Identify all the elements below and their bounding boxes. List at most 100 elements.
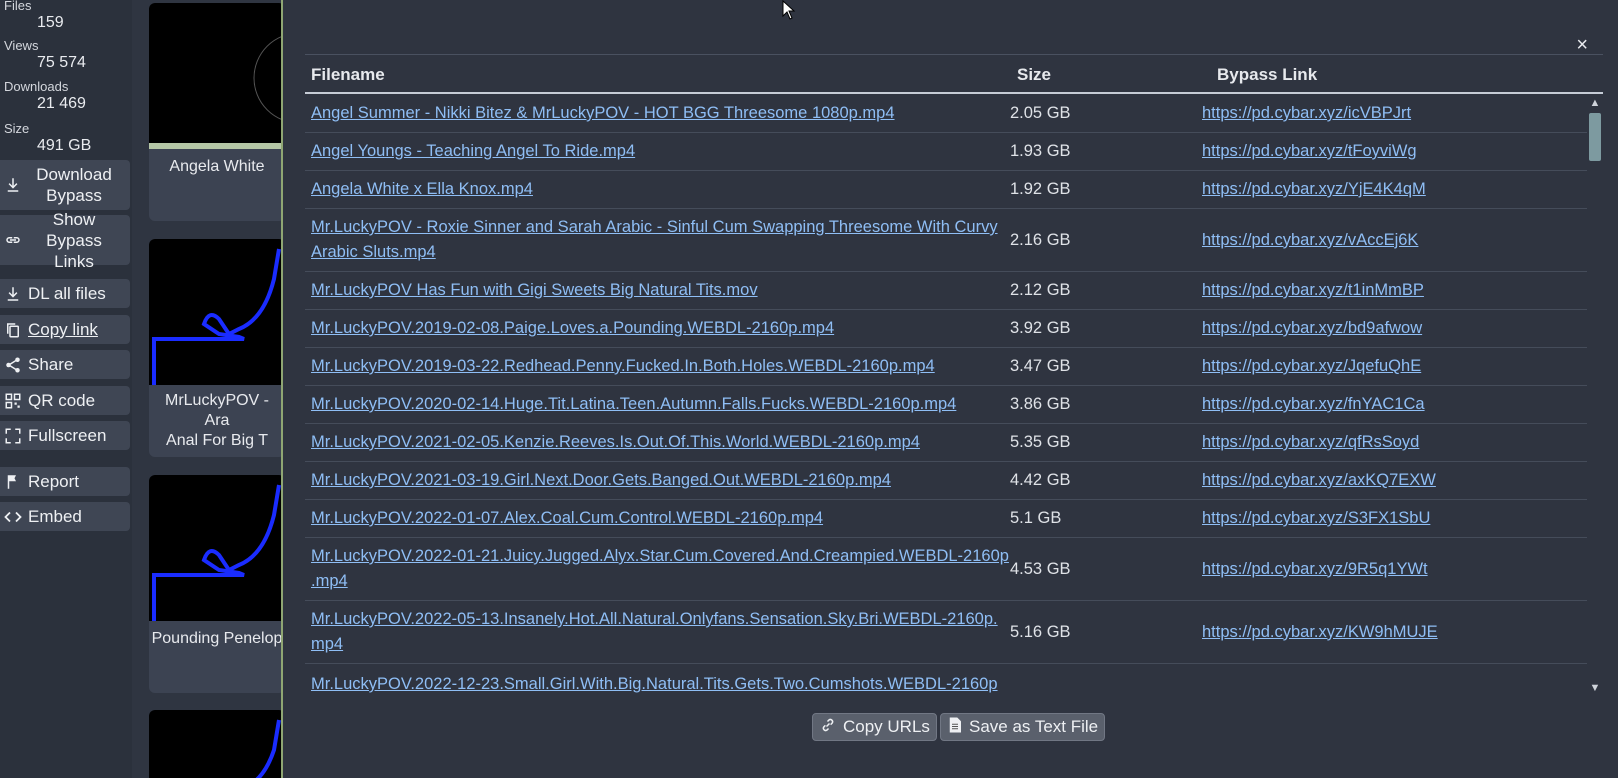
sidebar: Files 159 Views 75 574 Downloads 21 469 …: [0, 0, 132, 778]
dl-all-files-label: DL all files: [28, 283, 106, 303]
filename-link[interactable]: Mr.LuckyPOV.2022-12-23.Small.Girl.With.B…: [311, 675, 998, 693]
stat-value: 75 574: [37, 54, 86, 71]
scroll-up-icon[interactable]: ▲: [1587, 95, 1603, 111]
bypass-link[interactable]: https://pd.cybar.xyz/JqefuQhE: [1202, 357, 1421, 375]
thumbnail-image: [149, 710, 285, 778]
filename-line: Mr.LuckyPOV.2022-05-13.Insanely.Hot.All.…: [311, 610, 998, 628]
share-button[interactable]: Share: [0, 350, 130, 379]
column-header-filename: Filename: [311, 65, 385, 84]
table-row: Angela White x Ella Knox.mp4 1.92 GB htt…: [305, 171, 1587, 209]
stat-label: Files: [4, 0, 32, 13]
filename-link[interactable]: Mr.LuckyPOV - Roxie Sinner and Sarah Ara…: [311, 218, 998, 261]
bypass-link[interactable]: https://pd.cybar.xyz/t1inMmBP: [1202, 281, 1424, 299]
share-icon: [2, 356, 24, 374]
filename-link[interactable]: Mr.LuckyPOV.2020-02-14.Huge.Tit.Latina.T…: [311, 395, 956, 413]
card-caption: Angela White: [169, 158, 265, 175]
file-card[interactable]: Angela White: [149, 3, 285, 221]
dl-all-files-button[interactable]: DL all files: [0, 279, 130, 308]
show-bypass-links-button[interactable]: Show Bypass Links: [0, 210, 130, 271]
filename-link[interactable]: Mr.LuckyPOV.2021-02-05.Kenzie.Reeves.Is.…: [311, 433, 920, 451]
filename-link[interactable]: Mr.LuckyPOV.2022-01-21.Juicy.Jugged.Alyx…: [311, 547, 1009, 590]
scrollbar-thumb[interactable]: [1589, 113, 1601, 161]
copy-link-label: Copy link: [28, 319, 98, 339]
download-bypass-button[interactable]: Download Bypass: [0, 160, 130, 210]
bypass-link[interactable]: https://pd.cybar.xyz/YjE4K4qM: [1202, 180, 1426, 198]
table-row: Angel Summer - Nikki Bitez & MrLuckyPOV …: [305, 95, 1587, 133]
fullscreen-button[interactable]: Fullscreen: [0, 421, 130, 450]
copy-icon: [2, 321, 24, 339]
bypass-link[interactable]: https://pd.cybar.xyz/bd9afwow: [1202, 319, 1422, 337]
scrollbar[interactable]: ▲ ▼: [1587, 95, 1603, 696]
file-card[interactable]: [149, 710, 285, 778]
thumbnail-image: [149, 3, 285, 149]
file-size: 3.47 GB: [1010, 357, 1071, 375]
code-icon: [2, 508, 24, 526]
file-size: 5.16 GB: [1010, 622, 1071, 641]
download-bypass-line1: Download: [36, 165, 112, 184]
stat-files: Files 159: [0, 0, 64, 33]
qr-code-button[interactable]: QR code: [0, 386, 130, 415]
filename-link[interactable]: Mr.LuckyPOV Has Fun with Gigi Sweets Big…: [311, 281, 758, 299]
filename-link[interactable]: Mr.LuckyPOV.2022-05-13.Insanely.Hot.All.…: [311, 610, 998, 653]
file-card[interactable]: Pounding Penelop: [149, 475, 285, 693]
table-row: Mr.LuckyPOV.2019-02-08.Paige.Loves.a.Pou…: [305, 310, 1587, 348]
stat-label: Views: [4, 38, 39, 53]
filename-link[interactable]: Mr.LuckyPOV.2022-01-07.Alex.Coal.Cum.Con…: [311, 509, 823, 527]
filename-link[interactable]: Angel Summer - Nikki Bitez & MrLuckyPOV …: [311, 104, 895, 122]
filename-line: Arabic Sluts.mp4: [311, 243, 436, 261]
stat-label: Size: [4, 121, 30, 136]
qr-code-icon: [2, 392, 24, 410]
stat-size: Size 491 GB: [0, 121, 91, 156]
copy-link-button[interactable]: Copy link: [0, 315, 130, 344]
table-row: Mr.LuckyPOV.2022-05-13.Insanely.Hot.All.…: [305, 601, 1587, 664]
fullscreen-icon: [2, 427, 24, 445]
progress-bar: [149, 143, 285, 149]
file-size: 2.16 GB: [1010, 230, 1071, 249]
table-body[interactable]: Angel Summer - Nikki Bitez & MrLuckyPOV …: [305, 95, 1603, 696]
bypass-link[interactable]: https://pd.cybar.xyz/S3FX1SbU: [1202, 509, 1430, 527]
thumbnail-grid: Angela White MrLuckyPOV - Ara Anal For B…: [132, 0, 285, 778]
thumbnail-image: [149, 239, 285, 385]
bypass-link[interactable]: https://pd.cybar.xyz/fnYAC1Ca: [1202, 395, 1425, 413]
bypass-link[interactable]: https://pd.cybar.xyz/qfRsSoyd: [1202, 433, 1419, 451]
table-header: Filename Size Bypass Link: [305, 54, 1603, 94]
stat-downloads: Downloads 21 469: [0, 79, 86, 114]
stat-value: 159: [37, 14, 64, 31]
table-row: Mr.LuckyPOV.2022-01-21.Juicy.Jugged.Alyx…: [305, 538, 1587, 601]
embed-button[interactable]: Embed: [0, 502, 130, 531]
card-caption: MrLuckyPOV - Ara Anal For Big T: [149, 385, 285, 457]
report-button[interactable]: Report: [0, 467, 130, 496]
filename-link[interactable]: Mr.LuckyPOV.2021-03-19.Girl.Next.Door.Ge…: [311, 471, 891, 489]
filename-link[interactable]: Mr.LuckyPOV.2019-03-22.Redhead.Penny.Fuc…: [311, 357, 935, 375]
filename-line: Mr.LuckyPOV.2022-01-21.Juicy.Jugged.Alyx…: [311, 547, 1009, 565]
save-as-text-file-button[interactable]: Save as Text File: [940, 713, 1106, 741]
file-card[interactable]: MrLuckyPOV - Ara Anal For Big T: [149, 239, 285, 457]
stat-label: Downloads: [4, 79, 69, 94]
file-size: 3.86 GB: [1010, 395, 1071, 413]
table-row: Mr.LuckyPOV.2022-12-23.Small.Girl.With.B…: [305, 664, 1587, 696]
file-size: 5.35 GB: [1010, 433, 1071, 451]
show-bypass-line1: Show Bypass: [46, 209, 102, 250]
bypass-link[interactable]: https://pd.cybar.xyz/KW9hMUJE: [1202, 623, 1438, 641]
flag-icon: [2, 473, 24, 491]
filename-link[interactable]: Mr.LuckyPOV.2019-02-08.Paige.Loves.a.Pou…: [311, 319, 834, 337]
bypass-link[interactable]: https://pd.cybar.xyz/tFoyviWg: [1202, 142, 1417, 160]
copy-urls-button[interactable]: Copy URLs: [812, 713, 937, 741]
filename-link[interactable]: Angel Youngs - Teaching Angel To Ride.mp…: [311, 142, 635, 160]
file-size: 4.42 GB: [1010, 471, 1071, 489]
column-header-bypass-link: Bypass Link: [1217, 65, 1318, 84]
bypass-link[interactable]: https://pd.cybar.xyz/axKQ7EXW: [1202, 471, 1436, 489]
stat-value: 21 469: [37, 95, 86, 112]
bypass-link[interactable]: https://pd.cybar.xyz/icVBPJrt: [1202, 104, 1411, 122]
bypass-link[interactable]: https://pd.cybar.xyz/vAccEj6K: [1202, 231, 1418, 249]
bypass-link[interactable]: https://pd.cybar.xyz/9R5q1YWt: [1202, 560, 1428, 578]
filename-line: .mp4: [311, 572, 348, 590]
thumbnail-art: [152, 248, 281, 385]
share-label: Share: [28, 354, 74, 374]
filename-link[interactable]: Angela White x Ella Knox.mp4: [311, 180, 533, 198]
file-size: 3.92 GB: [1010, 319, 1071, 337]
table-row: Mr.LuckyPOV.2021-03-19.Girl.Next.Door.Ge…: [305, 462, 1587, 500]
scroll-down-icon[interactable]: ▼: [1587, 680, 1603, 696]
table-row: Mr.LuckyPOV - Roxie Sinner and Sarah Ara…: [305, 209, 1587, 272]
stat-value: 491 GB: [37, 137, 92, 154]
